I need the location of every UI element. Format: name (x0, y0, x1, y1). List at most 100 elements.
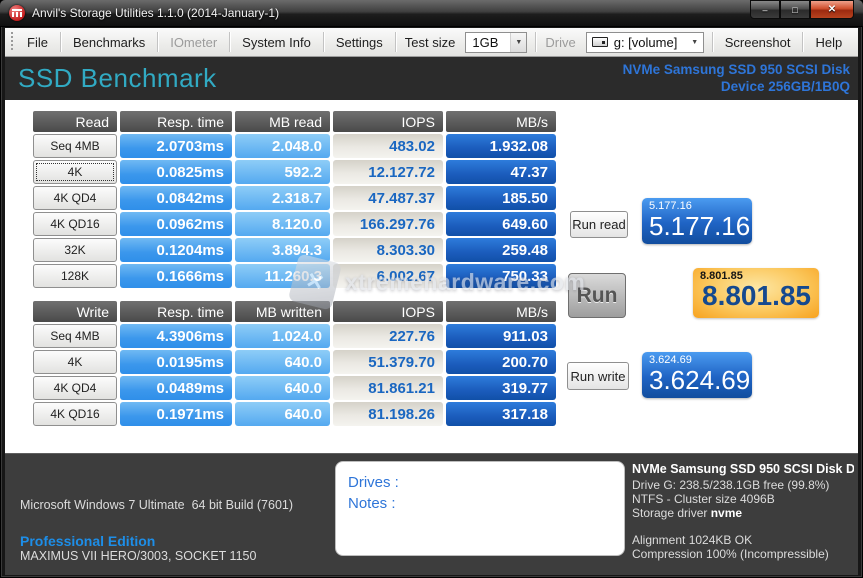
resp-time-value: 0.0842ms (120, 186, 232, 210)
compression-line: Compression 100% (Incompressible) (632, 547, 829, 561)
mb-read-col-header: MB read (235, 111, 330, 132)
window-controls: – □ ✕ (750, 0, 854, 19)
read-row-label[interactable]: 4K QD4 (33, 186, 117, 210)
iops-col-header: IOPS (333, 301, 443, 322)
read-row-label[interactable]: 32K (33, 238, 117, 262)
test-size-select[interactable]: 1GB ▼ (465, 31, 528, 53)
mb-written-value: 640.0 (235, 376, 330, 400)
mbs-value: 911.03 (446, 324, 556, 348)
resp-time-value: 0.0962ms (120, 212, 232, 236)
menu-screenshot[interactable]: Screenshot (714, 31, 802, 53)
mbs-col-header: MB/s (446, 301, 556, 322)
app-window: Anvil's Storage Utilities 1.1.0 (2014-Ja… (0, 0, 863, 578)
resp-time-col-header: Resp. time (120, 301, 232, 322)
os-line: Microsoft Windows 7 Ultimate 64 bit Buil… (20, 498, 294, 512)
iops-value: 227.76 (333, 324, 443, 348)
mbs-value: 47.37 (446, 160, 556, 184)
menu-separator (322, 32, 324, 52)
menu-separator (59, 32, 61, 52)
page-title: SSD Benchmark (18, 63, 217, 93)
mb-read-value: 2.048.0 (235, 134, 330, 158)
mbs-value: 649.60 (446, 212, 556, 236)
run-button[interactable]: Run (568, 273, 626, 318)
drive-label: Drive (545, 34, 576, 50)
storage-driver-label: Storage driver (632, 506, 711, 520)
motherboard-line: MAXIMUS VII HERO/3003, SOCKET 1150 (20, 549, 257, 563)
drive-capacity-line: Drive G: 238.5/238.1GB free (99.8%) (632, 478, 830, 492)
write-row-label[interactable]: 4K QD16 (33, 402, 117, 426)
title-bar[interactable]: Anvil's Storage Utilities 1.1.0 (2014-Ja… (0, 0, 863, 27)
menu-settings[interactable]: Settings (325, 31, 394, 53)
iops-value: 81.861.21 (333, 376, 443, 400)
edition-label: Professional Edition (20, 533, 156, 549)
write-row-label[interactable]: 4K (33, 350, 117, 374)
read-row-label[interactable]: 4K (33, 160, 117, 184)
mbs-value: 200.70 (446, 350, 556, 374)
read-table: Read Resp. time MB read IOPS MB/s Seq 4M… (33, 111, 556, 288)
menu-separator (157, 32, 159, 52)
drive-select[interactable]: g: [volume] ▼ (585, 31, 704, 53)
resp-time-value: 0.0489ms (120, 376, 232, 400)
close-icon[interactable]: ✕ (810, 0, 854, 19)
test-size-label: Test size (404, 34, 456, 50)
mb-read-value: 592.2 (235, 160, 330, 184)
drives-notes-box[interactable]: Drives : Notes : (335, 461, 625, 556)
mbs-value: 185.50 (446, 186, 556, 210)
menu-separator (394, 32, 396, 52)
device-line2: Device 256GB/1B0Q (720, 79, 850, 94)
menu-bar: File Benchmarks IOmeter System Info Sett… (5, 28, 858, 57)
toolbar-grip-icon[interactable] (7, 32, 16, 52)
iops-value: 12.127.72 (333, 160, 443, 184)
drive-info: NVMe Samsung SSD 950 SCSI Disk Dev Drive… (632, 462, 854, 561)
resp-time-col-header: Resp. time (120, 111, 232, 132)
mb-read-value: 3.894.3 (235, 238, 330, 262)
read-row-label[interactable]: Seq 4MB (33, 134, 117, 158)
read-row-label[interactable]: 4K QD16 (33, 212, 117, 236)
alignment-line: Alignment 1024KB OK (632, 533, 753, 547)
resp-time-value: 0.0825ms (120, 160, 232, 184)
write-row-label[interactable]: Seq 4MB (33, 324, 117, 348)
resp-time-value: 0.1204ms (120, 238, 232, 262)
chevron-down-icon[interactable]: ▼ (510, 32, 527, 52)
read-row-label[interactable]: 128K (33, 264, 117, 288)
iops-col-header: IOPS (333, 111, 443, 132)
benchmark-header-band: SSD Benchmark NVMe Samsung SSD 950 SCSI … (5, 57, 858, 100)
storage-driver-value: nvme (710, 506, 743, 520)
mbs-value: 750.33 (446, 264, 556, 288)
menu-separator (802, 32, 804, 52)
mb-written-value: 1.024.0 (235, 324, 330, 348)
menu-help[interactable]: Help (804, 31, 853, 53)
menu-file[interactable]: File (16, 31, 59, 53)
maximize-icon[interactable]: □ (780, 0, 810, 19)
test-size-value: 1GB (472, 34, 499, 50)
chevron-down-icon[interactable]: ▼ (686, 32, 703, 52)
iops-value: 81.198.26 (333, 402, 443, 426)
iops-value: 483.02 (333, 134, 443, 158)
mb-written-col-header: MB written (235, 301, 330, 322)
window-title: Anvil's Storage Utilities 1.1.0 (2014-Ja… (32, 6, 280, 20)
write-row-label[interactable]: 4K QD4 (33, 376, 117, 400)
main-panel: Read Resp. time MB read IOPS MB/s Seq 4M… (5, 100, 858, 453)
write-score-badge: 3.624.69 3.624.69 (642, 352, 752, 398)
anvil-app-icon (9, 5, 25, 21)
menu-system-info[interactable]: System Info (231, 31, 322, 53)
drive-icon (591, 37, 608, 47)
mbs-value: 1.932.08 (446, 134, 556, 158)
menu-separator (535, 32, 537, 52)
device-line1: NVMe Samsung SSD 950 SCSI Disk (622, 62, 850, 77)
run-read-button[interactable]: Run read (570, 211, 628, 238)
notes-label: Notes : (348, 495, 396, 512)
iops-value: 6.002.67 (333, 264, 443, 288)
run-write-button[interactable]: Run write (567, 362, 629, 390)
filesystem-line: NTFS - Cluster size 4096B (632, 492, 775, 506)
minimize-icon[interactable]: – (750, 0, 780, 19)
mb-read-value: 11.260.3 (235, 264, 330, 288)
iops-value: 47.487.37 (333, 186, 443, 210)
iops-value: 8.303.30 (333, 238, 443, 262)
system-info: Microsoft Windows 7 Ultimate 64 bit Buil… (20, 463, 293, 578)
mb-written-value: 640.0 (235, 350, 330, 374)
resp-time-value: 0.1971ms (120, 402, 232, 426)
menu-benchmarks[interactable]: Benchmarks (62, 31, 156, 53)
mb-written-value: 640.0 (235, 402, 330, 426)
